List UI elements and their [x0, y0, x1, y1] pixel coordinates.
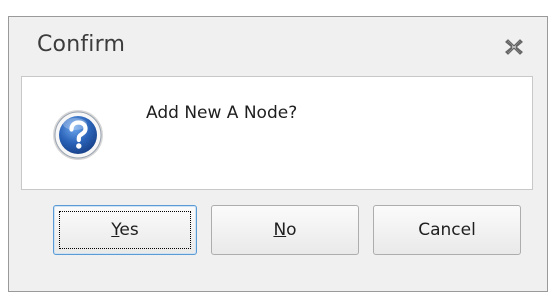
yes-label-rest: es [119, 220, 139, 240]
title-bar[interactable]: Confirm [9, 17, 547, 76]
question-icon [53, 110, 103, 160]
no-button[interactable]: No [211, 205, 359, 255]
no-mnemonic: N [273, 220, 287, 240]
button-row: Yes No Cancel [9, 205, 547, 261]
cancel-button-label: Cancel [418, 220, 476, 240]
no-button-label: No [273, 220, 296, 240]
close-icon [505, 39, 523, 55]
yes-button[interactable]: Yes [53, 205, 197, 255]
confirm-message: Add New A Node? [146, 103, 298, 123]
confirm-dialog: Confirm Add New A Node? Yes No Cancel [8, 16, 548, 292]
message-panel: Add New A Node? [21, 76, 533, 190]
screen: Confirm Add New A Node? Yes No Cancel [0, 0, 555, 302]
yes-button-label: Yes [111, 220, 138, 240]
no-label-rest: o [286, 220, 297, 240]
cancel-button[interactable]: Cancel [373, 205, 521, 255]
close-button[interactable] [503, 37, 525, 57]
dialog-title: Confirm [37, 32, 126, 57]
